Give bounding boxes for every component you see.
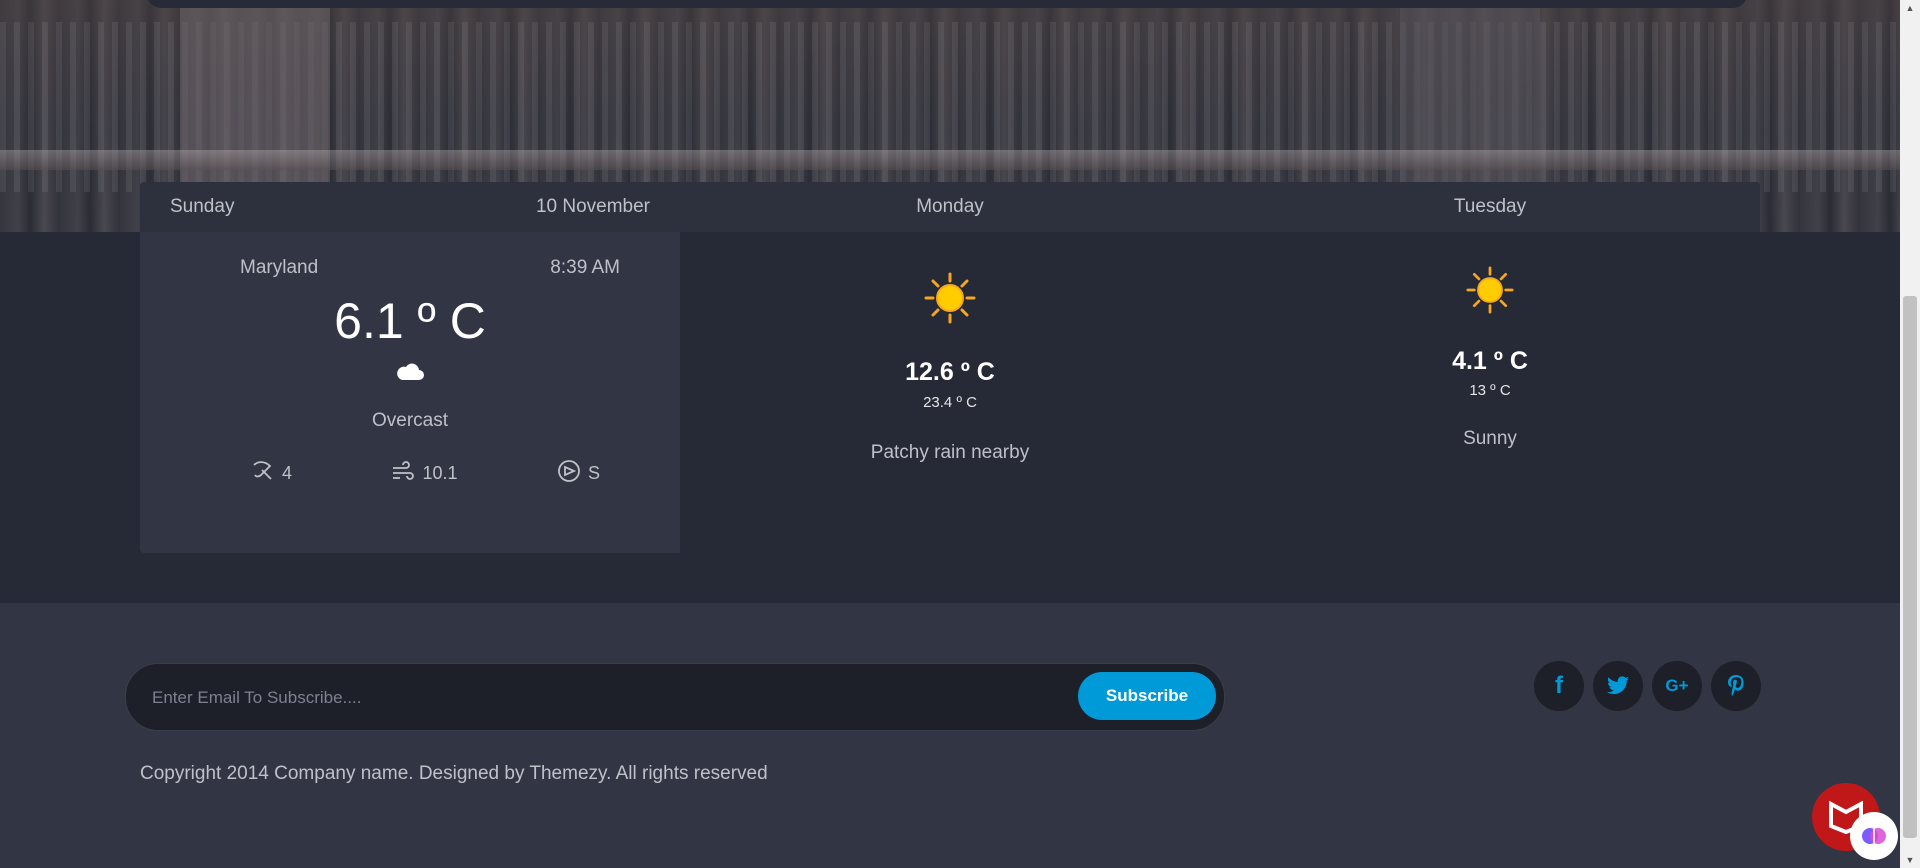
- today-date: 10 November: [535, 196, 650, 217]
- forecast-day-monday: Monday 12.6 º C 23.4 º C Patchy rain nea…: [680, 182, 1220, 553]
- max-temperature: 4.1 º C: [1452, 347, 1528, 375]
- subscribe-form: Subscribe: [125, 663, 1225, 731]
- google-plus-icon[interactable]: G+: [1652, 661, 1702, 711]
- current-temperature: 6.1 º C: [334, 293, 486, 349]
- subscribe-button[interactable]: Subscribe: [1078, 672, 1216, 720]
- footer: Subscribe f G+ Copyright 2014 Company na…: [0, 603, 1900, 868]
- google-plus-glyph: G+: [1665, 676, 1689, 695]
- day-name: Monday: [916, 196, 984, 217]
- wind-icon: [390, 458, 416, 489]
- humidity-value: 4: [282, 463, 293, 483]
- weather-stats: 4 10.1 S: [250, 458, 600, 489]
- compass-icon: [556, 458, 582, 489]
- today-day: Sunday: [170, 196, 235, 217]
- email-subscribe-input[interactable]: [150, 682, 1054, 714]
- scroll-down-icon[interactable]: ▼: [1900, 852, 1920, 868]
- current-time: 8:39 AM: [550, 257, 620, 278]
- forecast-day-tuesday: Tuesday 4.1 º C 13 º C Sunny: [1220, 182, 1760, 553]
- assistant-brain-icon[interactable]: [1850, 812, 1898, 860]
- wind-direction-stat: S: [556, 458, 600, 489]
- copyright-text: Copyright 2014 Company name. Designed by…: [140, 763, 768, 784]
- wind-direction-value: S: [587, 463, 600, 483]
- sun-icon: [1220, 266, 1760, 314]
- bridge-deck: [0, 150, 1900, 170]
- min-temperature: 23.4 º C: [923, 394, 977, 411]
- max-temperature: 12.6 º C: [905, 358, 995, 386]
- day-header: Monday: [680, 182, 1220, 232]
- day-name: Tuesday: [1453, 196, 1527, 217]
- scroll-up-icon[interactable]: ▲: [1900, 0, 1920, 16]
- page-scrollbar[interactable]: ▲ ▼: [1900, 0, 1920, 868]
- sun-icon: [680, 272, 1220, 324]
- location: Maryland: [240, 257, 319, 278]
- umbrella-icon: [250, 458, 276, 489]
- day-header: Tuesday: [1220, 182, 1760, 232]
- day-condition: Patchy rain nearby: [870, 442, 1030, 463]
- humidity-stat: 4: [250, 458, 292, 489]
- current-condition: Overcast: [371, 410, 449, 431]
- scrollbar-thumb[interactable]: [1903, 296, 1917, 838]
- social-links: f G+: [1534, 661, 1761, 711]
- facebook-icon[interactable]: f: [1534, 661, 1584, 711]
- wind-speed-stat: 10.1: [390, 458, 458, 489]
- location-row: Maryland 8:39 AM: [240, 257, 620, 279]
- pinterest-icon[interactable]: [1711, 661, 1761, 711]
- min-temperature: 13 º C: [1469, 382, 1511, 399]
- cloud-icon: [140, 360, 680, 389]
- facebook-glyph: f: [1555, 672, 1563, 699]
- wind-speed-value: 10.1: [422, 463, 458, 483]
- forecast-today: Sunday 10 November Maryland 8:39 AM 6.1 …: [140, 182, 680, 553]
- today-header: Sunday 10 November: [140, 182, 680, 232]
- day-condition: Sunny: [1463, 428, 1517, 449]
- twitter-icon[interactable]: [1593, 661, 1643, 711]
- search-bar[interactable]: [147, 0, 1747, 8]
- forecast-table: Sunday 10 November Maryland 8:39 AM 6.1 …: [140, 182, 1760, 553]
